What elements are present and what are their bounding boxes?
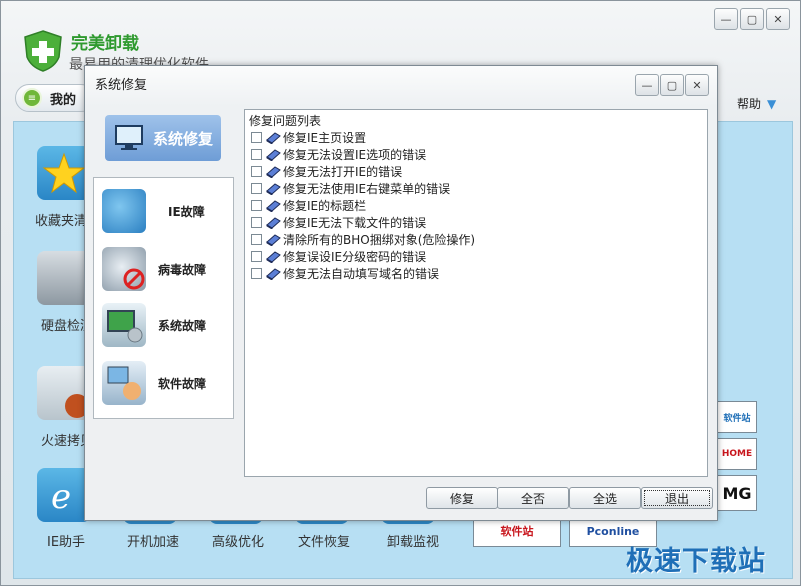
list-item[interactable]: 修复IE主页设置 [251,129,475,146]
side-item-label: 系统故障 [158,318,207,333]
software-hand-icon [102,361,146,405]
checkbox[interactable] [251,268,262,279]
tile-label: 收藏夹清 [35,214,88,229]
tile-label: IE助手 [47,535,86,550]
monitor-icon [115,125,143,150]
maximize-icon[interactable]: ▢ [740,8,764,30]
dialog-window-controls: — ▢ ✕ [635,74,709,96]
close-icon[interactable]: ✕ [685,74,709,96]
side-item-label: IE故障 [168,204,205,219]
dialog-title: 系统修复 [95,78,148,93]
checkbox[interactable] [251,183,262,194]
list-item-label: 修复无法设置IE选项的错误 [283,148,427,162]
minimize-icon[interactable]: — [714,8,738,30]
checkbox[interactable] [251,200,262,211]
ie-logo-icon[interactable]: e [37,468,91,522]
side-item-system[interactable]: 系统故障 [102,300,226,350]
list-item-label: 修复误设IE分级密码的错误 [283,250,427,264]
list-item[interactable]: 修复无法自动填写域名的错误 [251,265,475,282]
window-controls: — ▢ ✕ [714,8,790,30]
side-item-ie[interactable]: IE故障 [102,186,226,236]
minimize-icon[interactable]: — [635,74,659,96]
book-icon [266,132,281,144]
side-panel: IE故障 病毒故障 系统故障 软件故障 [93,177,234,419]
list-item[interactable]: 修复无法设置IE选项的错误 [251,146,475,163]
side-active-label: 系统修复 [153,129,214,148]
help-link[interactable]: 帮助 ▼ [737,95,781,112]
app-title: 完美卸载 [71,34,139,54]
list-item-label: 修复IE的标题栏 [283,199,367,213]
select-all-button[interactable]: 全选 [569,487,641,509]
side-item-system-repair[interactable]: 系统修复 [105,115,221,161]
list-item-label: 修复IE主页设置 [283,131,367,145]
hard-disk-icon[interactable] [37,251,91,305]
list-item[interactable]: 修复无法打开IE的错误 [251,163,475,180]
ad-banner[interactable]: HOME [717,438,757,470]
book-icon [266,234,281,246]
tool-label[interactable]: 高级优化 [212,531,264,550]
list-rows: 修复IE主页设置 修复无法设置IE选项的错误 修复无法打开IE的错误 修复无法使… [251,129,475,282]
tool-label[interactable]: 卸载监视 [387,531,439,550]
list-item[interactable]: 修复无法使用IE右键菜单的错误 [251,180,475,197]
side-item-software[interactable]: 软件故障 [102,358,226,408]
book-icon [266,149,281,161]
list-item-label: 清除所有的BHO捆绑对象(危险操作) [283,233,476,247]
system-gear-icon [102,303,146,347]
system-repair-dialog: 系统修复 — ▢ ✕ 系统修复 IE故障 病毒故障 系统故障 软件故障 修复问题… [84,65,718,521]
folder-copy-icon[interactable] [37,366,91,420]
maximize-icon[interactable]: ▢ [660,74,684,96]
ie-wrench-icon [102,189,146,233]
list-item[interactable]: 修复IE的标题栏 [251,197,475,214]
side-item-virus[interactable]: 病毒故障 [102,244,226,294]
list-item[interactable]: 清除所有的BHO捆绑对象(危险操作) [251,231,475,248]
close-icon[interactable]: ✕ [766,8,790,30]
mine-tab[interactable]: ≡ 我的 [15,84,95,112]
help-label: 帮助 [737,97,762,111]
repair-button[interactable]: 修复 [426,487,498,509]
ad-banner[interactable]: MG [717,475,757,511]
book-icon [266,166,281,178]
book-icon [266,268,281,280]
book-icon [266,200,281,212]
list-icon: ≡ [22,88,42,108]
book-icon [266,217,281,229]
list-item[interactable]: 修复IE无法下载文件的错误 [251,214,475,231]
shield-plus-logo-icon [24,30,62,72]
checkbox[interactable] [251,234,262,245]
checkbox[interactable] [251,251,262,262]
chevron-down-icon: ▼ [767,96,777,111]
ad-banner[interactable]: 软件站 [717,401,757,433]
repair-list[interactable]: 修复问题列表 修复IE主页设置 修复无法设置IE选项的错误 修复无法打开IE的错… [244,109,708,477]
checkbox[interactable] [251,149,262,160]
list-item-label: 修复无法使用IE右键菜单的错误 [283,182,451,196]
book-icon [266,251,281,263]
tool-label[interactable]: 文件恢复 [298,531,350,550]
list-item-label: 修复无法打开IE的错误 [283,165,403,179]
select-none-button[interactable]: 全否 [497,487,569,509]
svg-text:e: e [51,477,71,517]
list-header: 修复问题列表 [249,114,322,128]
tool-label[interactable]: 开机加速 [127,531,179,550]
side-item-label: 病毒故障 [158,262,207,277]
checkbox[interactable] [251,132,262,143]
side-item-label: 软件故障 [158,376,207,391]
list-item[interactable]: 修复误设IE分级密码的错误 [251,248,475,265]
exit-button[interactable]: 退出 [641,487,713,509]
checkbox[interactable] [251,217,262,228]
book-icon [266,183,281,195]
favorites-star-icon[interactable] [37,146,91,200]
watermark: 极速下载站 [626,546,766,577]
mine-tab-label: 我的 [50,92,77,108]
checkbox[interactable] [251,166,262,177]
list-item-label: 修复无法自动填写域名的错误 [283,267,440,281]
virus-block-icon [102,247,146,291]
list-item-label: 修复IE无法下载文件的错误 [283,216,427,230]
